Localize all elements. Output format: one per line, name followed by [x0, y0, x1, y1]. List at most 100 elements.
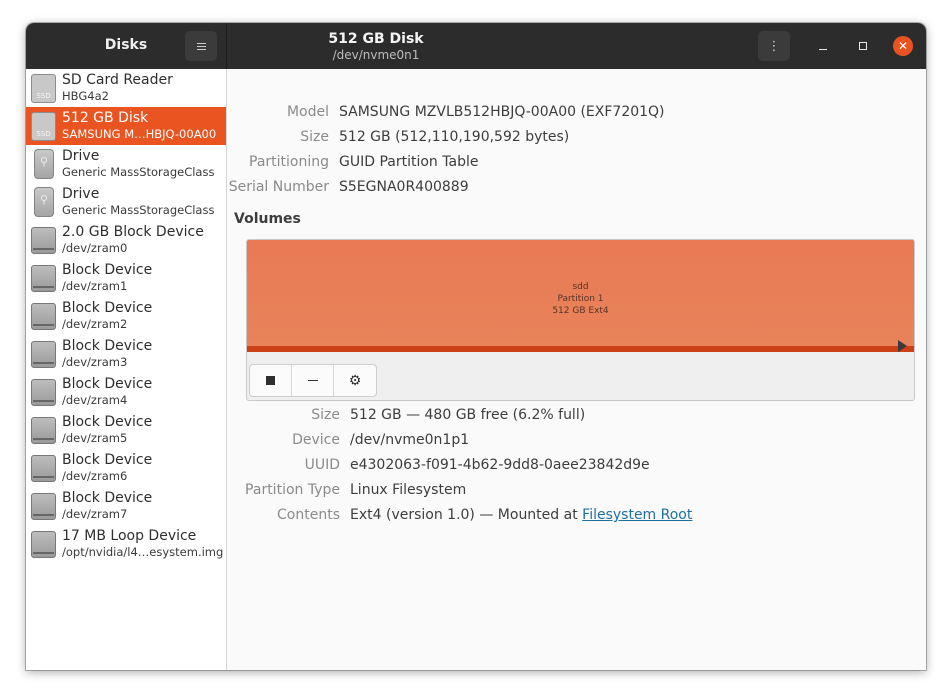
uuid-value: e4302063-f091-4b62-9dd8-0aee23842d9e [350, 457, 650, 473]
device-subtitle: Generic MassStorageClass [62, 203, 215, 217]
partition-type-value: Linux Filesystem [350, 482, 467, 498]
uuid-label: UUID [304, 457, 340, 473]
device-subtitle: /dev/zram4 [62, 393, 128, 407]
partition-size-label-row: Size [311, 407, 340, 423]
contents-label: Contents [277, 507, 340, 523]
partition-name-label: Partition 1 [557, 294, 604, 304]
partition-options-button[interactable]: ⚙ [334, 365, 376, 396]
size-value: 512 GB (512,110,190,592 bytes) [339, 129, 570, 145]
close-icon: ✕ [897, 39, 909, 53]
device-name: Block Device [62, 376, 153, 392]
block-device-icon [31, 379, 56, 406]
device-value: /dev/nvme0n1p1 [350, 432, 470, 448]
unmount-button[interactable] [250, 365, 293, 396]
sidebar-device-item[interactable]: SSD SD Card Reader HBG4a2 [26, 69, 226, 107]
serial-number-value: S5EGNA0R400889 [339, 179, 469, 195]
device-subtitle: /dev/zram3 [62, 355, 128, 369]
device-name: Drive [62, 186, 100, 202]
usb-drive-icon: ⚲ [34, 187, 54, 217]
kebab-menu-icon: ⋮ [767, 38, 781, 54]
minimize-button[interactable] [813, 36, 833, 56]
close-button[interactable]: ✕ [893, 36, 913, 56]
device-subtitle: /dev/zram1 [62, 279, 128, 293]
model-label: Model [286, 104, 329, 120]
volumes-heading: Volumes [234, 211, 301, 227]
delete-partition-button[interactable] [292, 365, 335, 396]
gears-icon: ⚙ [348, 372, 362, 389]
device-name: Block Device [62, 414, 153, 430]
device-subtitle: /dev/zram7 [62, 507, 128, 521]
device-name: SD Card Reader [62, 72, 173, 88]
ssd-drive-icon: SSD [31, 112, 56, 141]
device-name: Drive [62, 148, 100, 164]
serial-number-label: Serial Number [228, 179, 329, 195]
device-name: Block Device [62, 300, 153, 316]
usb-drive-icon: ⚲ [34, 149, 54, 179]
block-device-icon [31, 531, 56, 558]
sidebar-device-item[interactable]: ⚲ Drive Generic MassStorageClass [26, 183, 226, 221]
sidebar-device-item[interactable]: 17 MB Loop Device/opt/nvidia/l4…esystem.… [26, 525, 226, 563]
sidebar-device-item[interactable]: Block Device/dev/zram5 [26, 411, 226, 449]
partition-block[interactable]: sdd Partition 1 512 GB Ext4 [247, 240, 914, 352]
device-name: 2.0 GB Block Device [62, 224, 204, 240]
block-device-icon [31, 265, 56, 292]
device-name: Block Device [62, 262, 153, 278]
sidebar-device-item[interactable]: Block Device/dev/zram1 [26, 259, 226, 297]
sidebar-device-item[interactable]: Block Device/dev/zram6 [26, 449, 226, 487]
stop-icon [266, 376, 275, 385]
volumes-graphic: sdd Partition 1 512 GB Ext4 ⚙ [246, 239, 915, 401]
sidebar-device-item[interactable]: Block Device/dev/zram2 [26, 297, 226, 335]
device-subtitle: SAMSUNG M…HBJQ-00A00 [62, 127, 217, 141]
device-subtitle: /dev/zram6 [62, 469, 128, 483]
contents-text: Ext4 (version 1.0) — Mounted at [350, 507, 583, 523]
sidebar-device-item[interactable]: 2.0 GB Block Device/dev/zram0 [26, 221, 226, 259]
partition-size-value: 512 GB — 480 GB free (6.2% full) [350, 407, 586, 423]
block-device-icon [31, 303, 56, 330]
block-device-icon [31, 417, 56, 444]
disks-window: Disks 512 GB Disk /dev/nvme0n1 ⋮ ✕ SSD SD… [26, 23, 926, 670]
device-subtitle: /opt/nvidia/l4…esystem.img [62, 545, 224, 559]
sidebar-device-item[interactable]: Block Device/dev/zram4 [26, 373, 226, 411]
device-subtitle: Generic MassStorageClass [62, 165, 215, 179]
device-name: Block Device [62, 338, 153, 354]
device-subtitle: /dev/zram5 [62, 431, 128, 445]
device-subtitle: /dev/zram0 [62, 241, 128, 255]
maximize-button[interactable] [853, 36, 873, 56]
sidebar-device-item[interactable]: Block Device/dev/zram7 [26, 487, 226, 525]
block-device-icon [31, 341, 56, 368]
device-name: 512 GB Disk [62, 110, 149, 126]
maximize-icon [859, 42, 867, 50]
block-device-icon [31, 455, 56, 482]
device-sidebar: SSD SD Card Reader HBG4a2 SSD 512 GB Disk SAM… [26, 69, 227, 670]
block-device-icon [31, 227, 56, 254]
device-subtitle: HBG4a2 [62, 89, 109, 103]
sidebar-device-item[interactable]: ⚲ Drive Generic MassStorageClass [26, 145, 226, 183]
partition-device-label: sdd [572, 282, 589, 292]
device-name: Block Device [62, 490, 153, 506]
size-label: Size [300, 129, 329, 145]
partition-type-label: Partition Type [245, 482, 340, 498]
window-title: 512 GB Disk [328, 31, 424, 47]
partitioning-value: GUID Partition Table [339, 154, 479, 170]
mounted-indicator-icon [898, 340, 907, 352]
model-value: SAMSUNG MZVLB512HBJQ-00A00 (EXF7201Q) [339, 104, 665, 120]
contents-value: Ext4 (version 1.0) — Mounted at Filesyst… [350, 507, 692, 523]
device-name: 17 MB Loop Device [62, 528, 197, 544]
device-name: Block Device [62, 452, 153, 468]
drive-menu-button[interactable]: ⋮ [758, 31, 790, 61]
device-subtitle: /dev/zram2 [62, 317, 128, 331]
window-subtitle: /dev/nvme0n1 [332, 48, 420, 62]
ssd-drive-icon: SSD [31, 74, 56, 103]
volume-toolbar: ⚙ [249, 364, 377, 397]
partitioning-label: Partitioning [249, 154, 329, 170]
block-device-icon [31, 493, 56, 520]
device-label: Device [292, 432, 340, 448]
filesystem-root-link[interactable]: Filesystem Root [582, 507, 692, 523]
minus-icon [307, 380, 318, 381]
sidebar-device-item[interactable]: Block Device/dev/zram3 [26, 335, 226, 373]
partition-size-label: 512 GB Ext4 [552, 306, 609, 316]
minimize-icon [819, 48, 827, 50]
header-bar: Disks 512 GB Disk /dev/nvme0n1 ⋮ ✕ [26, 23, 926, 69]
sidebar-device-item[interactable]: SSD 512 GB Disk SAMSUNG M…HBJQ-00A00 [26, 107, 226, 145]
drive-details: Model SAMSUNG MZVLB512HBJQ-00A00 (EXF720… [227, 69, 926, 670]
